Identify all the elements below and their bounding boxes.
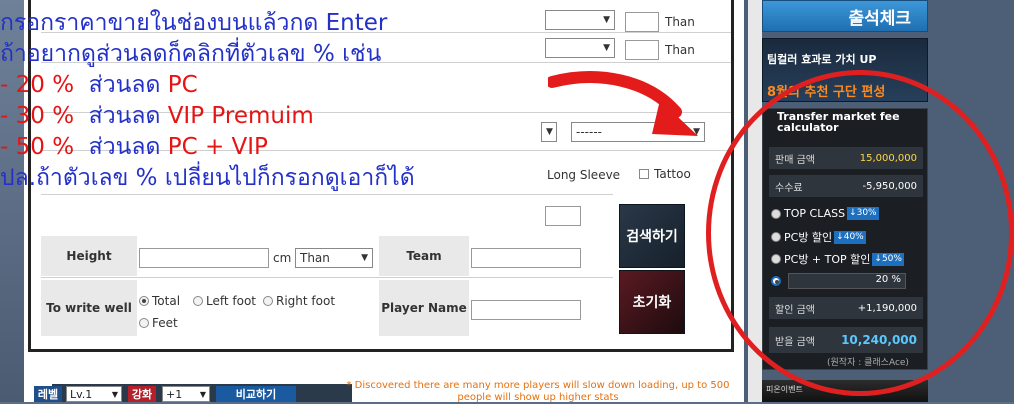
attendance-text: 출석체크 [848,8,911,29]
team-input[interactable] [471,248,581,268]
foot-feet-radio[interactable] [139,318,149,328]
enhance-label: 강화 [128,386,156,402]
promo-top-text: 팀컬러 효과로 가치 UP [767,53,877,66]
enhance-select[interactable]: +1 ▼ [162,386,210,402]
height-compare-select[interactable]: Than ▼ [295,248,373,268]
top-input-2[interactable] [625,40,659,60]
height-unit: cm [273,251,292,265]
tattoo-checkbox[interactable] [639,169,649,179]
team-label: Team [379,236,469,276]
pct-50: - 50 % [0,134,75,160]
compare-button[interactable]: 비교하기 [216,386,296,402]
level-select[interactable]: Lv.1 ▼ [66,386,122,402]
foot-total-label: Total [152,294,181,308]
player-name-input[interactable] [471,300,581,320]
partial-input[interactable] [545,206,581,226]
tag-pc: PC [167,72,198,98]
than-label-1: Than [665,15,695,29]
tattoo-option[interactable]: Tattoo [639,167,691,181]
instruction-line-1: กรอกราคาขายในช่องบนแล้วกด Enter [0,10,388,36]
tag-vip: VIP Premuim [167,103,314,129]
than-label-2: Than [665,43,695,57]
tattoo-label: Tattoo [654,167,691,181]
instruction-line-5: - 50 % ส่วนลด PC + VIP [0,132,560,163]
top-input-1[interactable] [625,12,659,32]
attendance-banner[interactable]: 출석체크 [762,0,928,32]
pct-30: - 30 % [0,103,75,129]
discount-word: ส่วนลด [88,72,161,98]
foot-feet-option[interactable]: Feet [139,316,178,330]
foot-feet-label: Feet [152,316,178,330]
foot-right-radio[interactable] [263,296,273,306]
preferred-foot-label: To write well [41,280,137,336]
height-label: Height [41,236,137,276]
height-input[interactable] [139,248,269,268]
foot-left-option[interactable]: Left foot [193,294,256,308]
foot-total-radio[interactable] [139,296,149,306]
foot-left-radio[interactable] [193,296,203,306]
tag-pc-vip: PC + VIP [167,134,268,160]
instruction-line-6: ปล.ถ้าตัวเลข % เปลี่ยนไปก็กรอกดูเอาก็ได้ [0,165,415,191]
thai-instructions: กรอกราคาขายในช่องบนแล้วกด Enter ถ้าอยากด… [0,8,560,194]
foot-total-option[interactable]: Total [139,294,180,308]
reset-button[interactable]: 초기화 [619,270,685,334]
search-button[interactable]: 검색하기 [619,204,685,268]
player-name-label: Player Name [379,280,469,336]
level-label: 레벨 [34,386,62,402]
bottom-banner-text: 피온이벤트 [766,385,803,394]
pct-20: - 20 % [0,72,75,98]
instruction-line-4: - 30 % ส่วนลด VIP Premuim [0,101,560,132]
instruction-line-3: - 20 % ส่วนลด PC [0,70,560,101]
red-arrow-icon [548,71,698,136]
foot-left-label: Left foot [206,294,257,308]
red-highlight-circle [706,70,1014,396]
discount-word: ส่วนลด [88,103,161,129]
foot-right-label: Right foot [276,294,336,308]
discount-word: ส่วนลด [88,134,161,160]
divider [41,277,613,278]
foot-right-option[interactable]: Right foot [263,294,335,308]
instruction-line-2: ถ้าอยากดูส่วนลดก็คลิกที่ตัวเลข % เช่น [0,41,382,67]
divider [41,194,613,195]
loading-note: * Discovered there are many more players… [346,380,730,403]
